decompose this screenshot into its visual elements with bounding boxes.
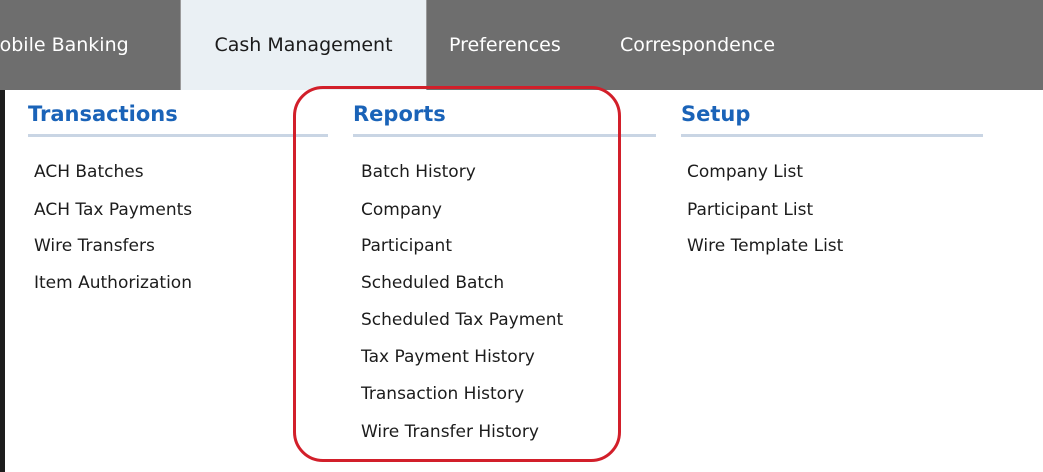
tab-label: Iobile Banking [0, 34, 129, 56]
transactions-heading: Transactions [28, 102, 328, 137]
setup-column: Setup Company List Participant List Wire… [681, 102, 983, 256]
tab-label: Correspondence [620, 34, 776, 56]
setup-heading: Setup [681, 102, 983, 137]
menu-item-item-authorization[interactable]: Item Authorization [34, 273, 192, 293]
tab-correspondence[interactable]: Correspondence [620, 0, 775, 90]
menu-item-ach-tax-payments[interactable]: ACH Tax Payments [34, 200, 192, 220]
left-edge-bar [0, 90, 5, 472]
tab-cash-management[interactable]: Cash Management [180, 0, 427, 90]
menu-item-wire-template-list[interactable]: Wire Template List [687, 236, 843, 256]
menu-item-company-list[interactable]: Company List [687, 162, 803, 182]
tab-label: Cash Management [214, 34, 393, 56]
menu-item-participant-list[interactable]: Participant List [687, 200, 813, 220]
reports-highlight-annotation [293, 86, 621, 462]
tab-label: Preferences [449, 34, 561, 56]
tab-preferences[interactable]: Preferences [449, 0, 561, 90]
transactions-column: Transactions ACH Batches ACH Tax Payment… [28, 102, 328, 293]
menu-item-wire-transfers[interactable]: Wire Transfers [34, 236, 155, 256]
menu-item-ach-batches[interactable]: ACH Batches [34, 162, 144, 182]
tab-mobile-banking[interactable]: Iobile Banking [0, 0, 180, 90]
top-nav-bar: Iobile Banking Cash Management Preferenc… [0, 0, 1043, 90]
